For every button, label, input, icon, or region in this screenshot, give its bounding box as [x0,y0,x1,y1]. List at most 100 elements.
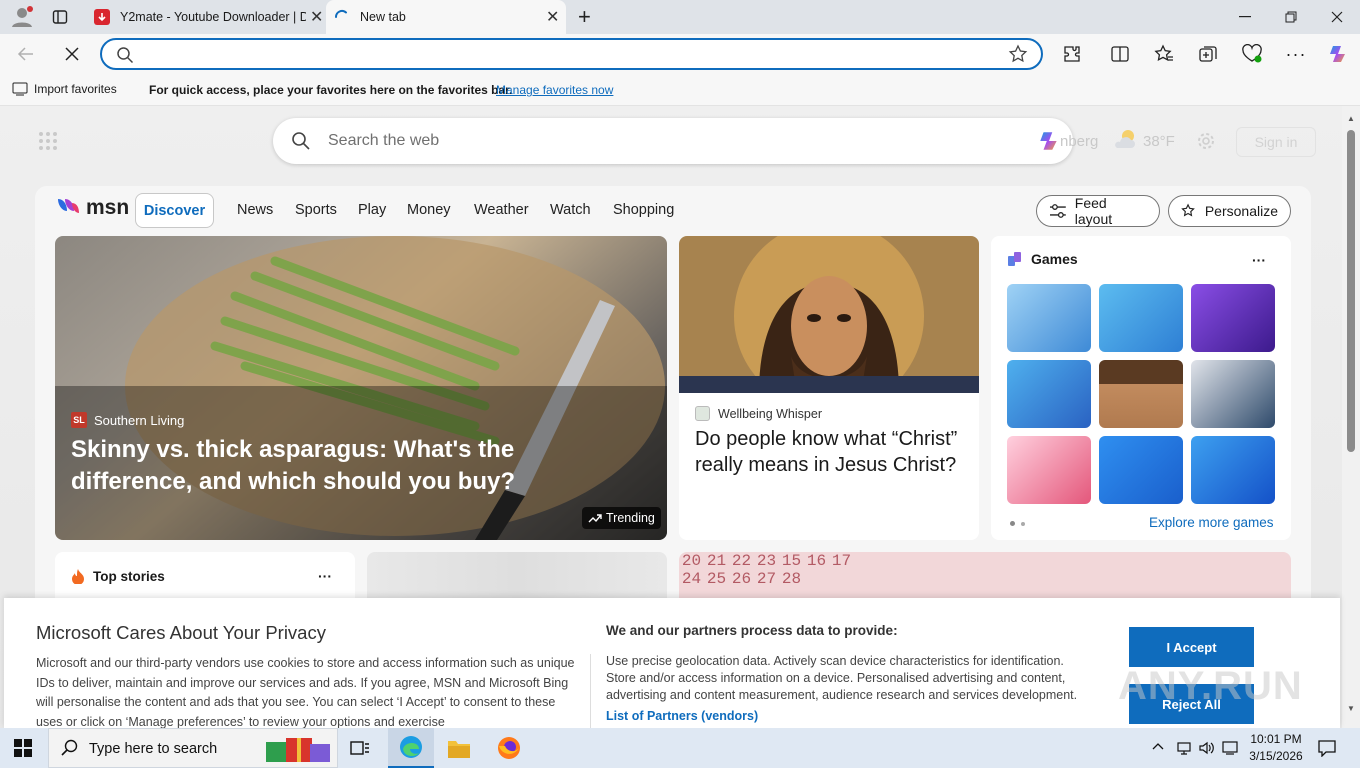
story-card[interactable]: Wellbeing Whisper Do people know what “C… [679,236,979,540]
copilot-search-icon[interactable] [1035,127,1063,155]
privacy-right-body: Use precise geolocation data. Actively s… [606,654,1078,702]
game-tile-1[interactable] [1007,284,1091,352]
scrollbar-thumb[interactable] [1347,130,1355,452]
wellbeing-whisper-logo [695,406,710,421]
windows-start-icon[interactable] [14,739,32,757]
tab-y2mate[interactable]: Y2mate - Youtube Downloader | D ✕ [86,0,326,34]
firefox-icon[interactable] [497,736,521,760]
tab-title: Y2mate - Youtube Downloader | D [120,10,306,24]
nav-shopping[interactable]: Shopping [613,202,674,218]
favorite-star-icon[interactable] [1008,44,1028,64]
close-tab-icon[interactable]: ✕ [546,7,559,27]
nav-news[interactable]: News [237,202,273,218]
collections-icon[interactable] [1194,42,1222,66]
weather-temperature[interactable]: 38°F [1143,133,1175,150]
clock-time[interactable]: 10:01 PM [1248,732,1304,746]
carousel-dots[interactable] [1010,521,1025,526]
msn-butterfly-icon [58,199,79,213]
nav-play[interactable]: Play [358,202,386,218]
msn-logo[interactable]: msn [56,196,129,220]
import-icon [12,82,28,96]
restore-button[interactable] [1268,0,1314,34]
network-icon[interactable] [1176,740,1192,756]
edge-taskbar-icon[interactable] [388,728,434,768]
search-icon [61,739,79,757]
accept-button[interactable]: I Accept [1129,627,1254,667]
hero-story-card[interactable]: SL Southern Living Skinny vs. thick aspa… [55,236,667,540]
profile-avatar[interactable] [10,6,34,28]
nav-discover[interactable]: Discover [135,193,214,228]
flame-icon [72,569,84,584]
game-tile-7[interactable] [1007,436,1091,504]
notifications-icon[interactable] [1318,739,1336,757]
address-input[interactable] [148,44,988,64]
back-button[interactable] [16,44,40,64]
games-more-button[interactable]: ··· [1252,252,1266,268]
calendar-numbers: 20 21 22 23 15 16 17 24 25 26 27 28 [681,552,852,588]
copilot-icon[interactable] [1324,42,1352,66]
language-icon[interactable] [1222,740,1238,756]
volume-icon[interactable] [1198,740,1216,756]
game-tile-2[interactable] [1099,284,1183,352]
game-tile-6[interactable] [1191,360,1275,428]
hero-title[interactable]: Skinny vs. thick asparagus: What's the d… [71,434,631,498]
games-title: Games [1031,251,1078,267]
hero-source: Southern Living [94,412,185,428]
clock-date[interactable]: 3/15/2026 [1248,749,1304,763]
page-scrollbar[interactable]: ▲ ▼ [1342,106,1360,728]
tab-actions-icon[interactable] [52,9,68,25]
new-tab-button[interactable]: + [578,6,598,28]
tab-new-tab[interactable]: New tab ✕ [326,0,566,34]
split-screen-icon[interactable] [1106,42,1134,66]
apps-launcher-icon[interactable] [38,131,58,151]
nav-weather[interactable]: Weather [474,202,529,218]
game-tile-9[interactable] [1191,436,1275,504]
more-menu-icon[interactable]: ··· [1282,42,1310,66]
anyrun-watermark: ANY.RUN [1118,664,1303,708]
nav-money[interactable]: Money [407,202,451,218]
favorites-hint: For quick access, place your favorites h… [149,83,513,97]
show-hidden-icons-chevron[interactable] [1152,741,1164,751]
stop-loading-button[interactable] [62,44,82,64]
address-bar[interactable] [100,38,1043,70]
trending-badge: Trending [582,507,661,529]
game-tile-3[interactable] [1191,284,1275,352]
sign-in-button[interactable]: Sign in [1236,127,1316,157]
weather-location[interactable]: nberg [1060,133,1098,150]
close-window-button[interactable] [1314,0,1360,34]
nav-sports[interactable]: Sports [295,202,337,218]
explore-games-link[interactable]: Explore more games [1149,515,1274,530]
games-card: Games ··· Explore more games [991,236,1291,540]
task-view-icon[interactable] [350,739,370,757]
scroll-down-arrow[interactable]: ▼ [1347,704,1355,713]
game-tile-8[interactable] [1099,436,1183,504]
extensions-icon[interactable] [1058,42,1086,66]
personalize-button[interactable]: Personalize [1168,195,1291,227]
privacy-right-title: We and our partners process data to prov… [606,623,898,638]
icon-painting-image [679,236,979,393]
game-tile-5[interactable] [1099,360,1183,428]
settings-gear-icon[interactable] [1196,131,1216,151]
favorites-icon[interactable] [1150,42,1178,66]
import-favorites-button[interactable]: Import favorites [12,82,117,96]
games-header: Games [1007,251,1078,267]
game-tile-4[interactable] [1007,360,1091,428]
story-title[interactable]: Do people know what “Christ” really mean… [695,426,965,478]
minimize-button[interactable] [1222,0,1268,34]
top-stories-title: Top stories [93,568,165,584]
partners-link[interactable]: List of Partners (vendors) [606,709,758,723]
source-row: SL Southern Living [71,412,184,428]
top-stories-more-button[interactable]: ··· [318,568,332,584]
weather-cloud-sun-icon [1112,128,1138,150]
feed-layout-button[interactable]: Feed layout [1036,195,1160,227]
web-search-box[interactable]: Search the web [273,118,1073,164]
search-icon [116,46,134,64]
close-tab-icon[interactable]: ✕ [310,7,323,27]
file-explorer-icon[interactable] [447,737,471,759]
browser-essentials-icon[interactable] [1238,42,1266,66]
manage-favorites-link[interactable]: Manage favorites now [496,83,613,97]
scroll-up-arrow[interactable]: ▲ [1347,114,1355,123]
games-icon [1008,252,1021,266]
taskbar-search-box[interactable]: Type here to search [48,728,338,768]
nav-watch[interactable]: Watch [550,202,591,218]
